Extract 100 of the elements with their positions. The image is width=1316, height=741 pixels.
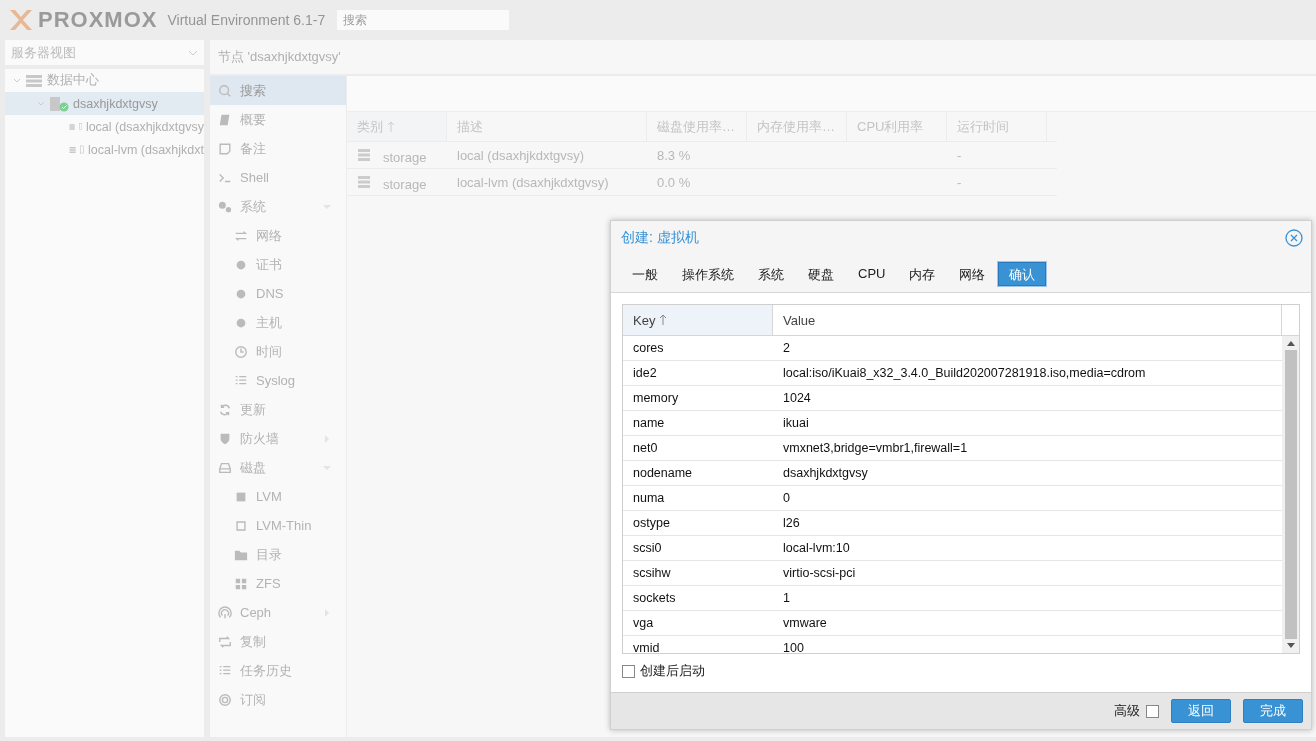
menu-item[interactable]: 更新: [210, 395, 346, 424]
menu-item[interactable]: Shell: [210, 163, 346, 192]
dialog-title: 创建: 虚拟机: [621, 229, 699, 247]
shield-icon: [218, 431, 232, 446]
menu-item[interactable]: 网络: [210, 221, 346, 250]
tab[interactable]: 系统: [747, 261, 795, 286]
menu-item[interactable]: 搜索: [210, 76, 346, 105]
tab[interactable]: 一般: [621, 261, 669, 286]
table-cell: local (dsaxhjkdxtgvsy): [457, 147, 585, 163]
tab[interactable]: 操作系统: [671, 261, 745, 286]
menu-item[interactable]: 任务历史: [210, 656, 346, 685]
tree-item[interactable]: dsaxhjkdxtgvsy: [5, 92, 204, 115]
table-cell-text: net0: [632, 441, 659, 455]
loop-arrows-icon: [218, 634, 232, 649]
gears-icon: [218, 199, 232, 214]
checkbox-label: 高级: [1114, 702, 1140, 720]
table-cell-text: l26: [782, 516, 800, 530]
tab[interactable]: 网络: [948, 261, 997, 286]
scroll-up-icon[interactable]: [1286, 340, 1295, 346]
table-cell-text: nodename: [632, 466, 694, 480]
table-cell-text: cores: [632, 341, 665, 355]
checkbox-label: 创建后启动: [640, 662, 705, 680]
menu-item[interactable]: 订阅: [210, 685, 346, 714]
checkbox[interactable]: [1146, 704, 1159, 718]
menu-item[interactable]: 防火墙: [210, 424, 346, 453]
table-cell-text: ide2: [632, 366, 658, 380]
menu-item[interactable]: 目录: [210, 540, 346, 569]
tab[interactable]: CPU: [847, 261, 897, 286]
drive-icon: [218, 460, 232, 475]
table-cell: local-lvm (dsaxhjkdxtgvsy): [457, 174, 609, 190]
tree-item[interactable]: local (dsaxhjkdxtgvsy: [5, 115, 204, 138]
menu-item[interactable]: 时间: [210, 337, 346, 366]
book-icon: [218, 112, 232, 127]
table-cell-text: storage: [383, 175, 427, 192]
table-cell-text: ikuai: [782, 416, 809, 430]
close-icon[interactable]: [1285, 229, 1303, 247]
panel-title: 节点 'dsaxhjkdxtgvsy': [210, 40, 1316, 74]
dialog-button[interactable]: 完成: [1243, 699, 1303, 723]
tab[interactable]: 内存: [898, 261, 947, 286]
chevron-down-icon: [188, 49, 198, 56]
menu-item[interactable]: 概要: [210, 105, 346, 134]
sort-arrow-icon: [387, 120, 395, 133]
menu-item[interactable]: 备注: [210, 134, 346, 163]
menu-item[interactable]: 磁盘: [210, 453, 346, 482]
grid-icon: [234, 576, 248, 591]
note-icon: [218, 141, 232, 156]
table-cell-text: numa: [632, 491, 666, 505]
table-cell-text: sockets: [632, 591, 677, 605]
scroll-down-icon[interactable]: [1286, 643, 1295, 649]
table-cell-text: dsaxhjkdxtgvsy: [782, 466, 868, 480]
view-selector[interactable]: 服务器视图: [5, 40, 204, 65]
table-cell-text: memory: [632, 391, 680, 405]
square-icon: [234, 518, 248, 533]
tree-item[interactable]: 数据中心: [5, 69, 204, 92]
menu-item[interactable]: 系统: [210, 192, 346, 221]
scrollbar[interactable]: [1282, 336, 1299, 653]
column-header[interactable]: Value: [773, 305, 1282, 335]
tree-item[interactable]: local-lvm (dsaxhjkdxt: [5, 138, 204, 161]
menu-item[interactable]: 证书: [210, 250, 346, 279]
signal-icon: [218, 605, 232, 620]
table-cell-text: 100: [782, 641, 804, 653]
checkbox[interactable]: [622, 664, 635, 678]
table-cell-text: vga: [632, 616, 655, 630]
clock-icon: [234, 344, 248, 359]
column-header[interactable]: Key: [623, 305, 773, 335]
search-icon: [218, 83, 232, 98]
table-cell-text: vmxnet3,bridge=vmbr1,firewall=1: [782, 441, 968, 455]
table-cell-text: storage: [383, 148, 427, 165]
tab[interactable]: 确认: [998, 261, 1047, 286]
menu-item[interactable]: ZFS: [210, 569, 346, 598]
table-cell-text: scsihw: [632, 566, 672, 580]
table-cell: -: [957, 174, 962, 190]
table-cell-text: scsi0: [632, 541, 663, 555]
database-icon: [357, 174, 371, 190]
table-cell-text: 2: [782, 341, 790, 355]
version-text: Virtual Environment 6.1-7: [167, 12, 326, 28]
scroll-thumb[interactable]: [1284, 350, 1297, 639]
table-cell-text: vmid: [632, 641, 661, 653]
table-cell-text: vmware: [782, 616, 827, 630]
search-field[interactable]: 搜索: [337, 10, 510, 30]
table-cell-text: local-lvm:10: [782, 541, 850, 555]
database-icon: [357, 147, 371, 163]
menu-item[interactable]: DNS: [210, 279, 346, 308]
logo-icon: [8, 8, 34, 32]
table-cell-text: name: [632, 416, 666, 430]
sort-arrow-icon: [659, 314, 668, 326]
server-check-icon: [49, 95, 69, 112]
server-rack-icon: [25, 73, 43, 88]
tab[interactable]: 硬盘: [797, 261, 845, 286]
refresh-icon: [218, 402, 232, 417]
menu-item[interactable]: Syslog: [210, 366, 346, 395]
menu-item[interactable]: LVM: [210, 482, 346, 511]
menu-item[interactable]: LVM-Thin: [210, 511, 346, 540]
table-cell-text: ostype: [632, 516, 671, 530]
table-cell-text: 0: [782, 491, 790, 505]
menu-item[interactable]: 主机: [210, 308, 346, 337]
menu-item[interactable]: Ceph: [210, 598, 346, 627]
table-cell-text: local:iso/iKuai8_x32_3.4.0_Build202007281918.iso,media=cdrom: [782, 366, 1146, 380]
dialog-button[interactable]: 返回: [1171, 699, 1231, 723]
menu-item[interactable]: 复制: [210, 627, 346, 656]
